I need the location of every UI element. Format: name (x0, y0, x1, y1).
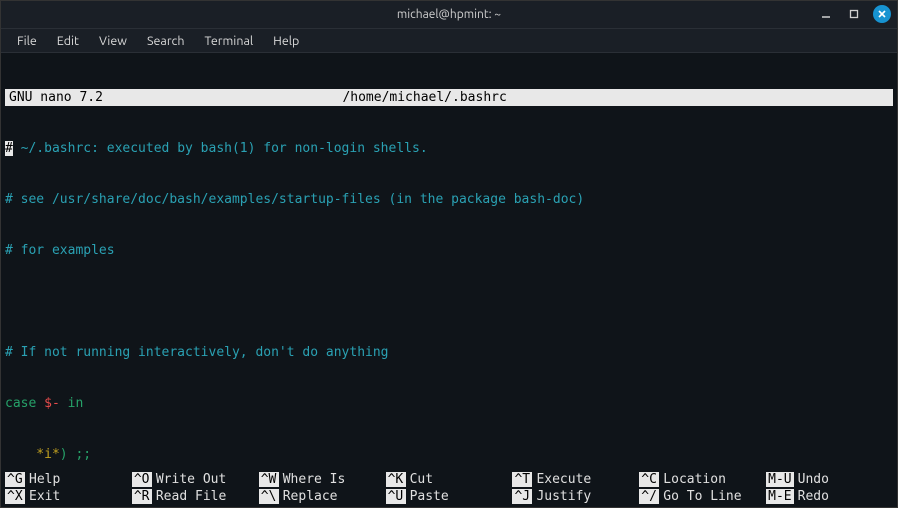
shortcut-exit: ^XExit (5, 489, 132, 504)
window-title: michael@hpmint: ~ (397, 8, 501, 21)
maximize-button[interactable] (845, 5, 863, 23)
nano-filepath: /home/michael/.bashrc (342, 89, 804, 106)
menu-file[interactable]: File (7, 31, 47, 51)
file-line: # see /usr/share/doc/bash/examples/start… (5, 191, 893, 208)
file-line: # If not running interactively, don't do… (5, 344, 893, 361)
shortcut-gotoline: ^/Go To Line (639, 489, 766, 504)
shortcut-replace: ^\Replace (259, 489, 386, 504)
terminal-area[interactable]: GNU nano 7.2 /home/michael/.bashrc # ~/.… (1, 53, 897, 471)
menu-help[interactable]: Help (263, 31, 309, 51)
shortcut-help: ^GHelp (5, 472, 132, 487)
nano-header: GNU nano 7.2 /home/michael/.bashrc (5, 89, 893, 106)
file-line: # for examples (5, 242, 893, 259)
nano-shortcut-bar: ^GHelp ^OWrite Out ^WWhere Is ^KCut ^TEx… (1, 471, 897, 507)
shortcut-cut: ^KCut (386, 472, 513, 487)
shortcut-location: ^CLocation (639, 472, 766, 487)
shortcut-whereis: ^WWhere Is (259, 472, 386, 487)
shortcut-redo: M-ERedo (766, 489, 893, 504)
file-line: # ~/.bashrc: executed by bash(1) for non… (5, 140, 893, 157)
menu-view[interactable]: View (89, 31, 137, 51)
menu-terminal[interactable]: Terminal (195, 31, 264, 51)
shortcut-row: ^XExit ^RRead File ^\Replace ^UPaste ^JJ… (5, 488, 893, 505)
shortcut-undo: M-UUndo (766, 472, 893, 487)
window-controls (817, 5, 891, 23)
file-line: case $- in (5, 395, 893, 412)
window-titlebar: michael@hpmint: ~ (1, 1, 897, 29)
nano-app-name: GNU nano 7.2 (5, 89, 342, 106)
cursor: # (5, 141, 13, 156)
minimize-button[interactable] (817, 5, 835, 23)
shortcut-paste: ^UPaste (386, 489, 513, 504)
file-line (5, 293, 893, 310)
shortcut-readfile: ^RRead File (132, 489, 259, 504)
close-button[interactable] (873, 5, 891, 23)
shortcut-writeout: ^OWrite Out (132, 472, 259, 487)
menu-search[interactable]: Search (137, 31, 195, 51)
menu-edit[interactable]: Edit (47, 31, 89, 51)
shortcut-row: ^GHelp ^OWrite Out ^WWhere Is ^KCut ^TEx… (5, 471, 893, 488)
shortcut-execute: ^TExecute (512, 472, 639, 487)
menubar: File Edit View Search Terminal Help (1, 29, 897, 53)
file-line: *i*) ;; (5, 446, 893, 463)
shortcut-justify: ^JJustify (512, 489, 639, 504)
